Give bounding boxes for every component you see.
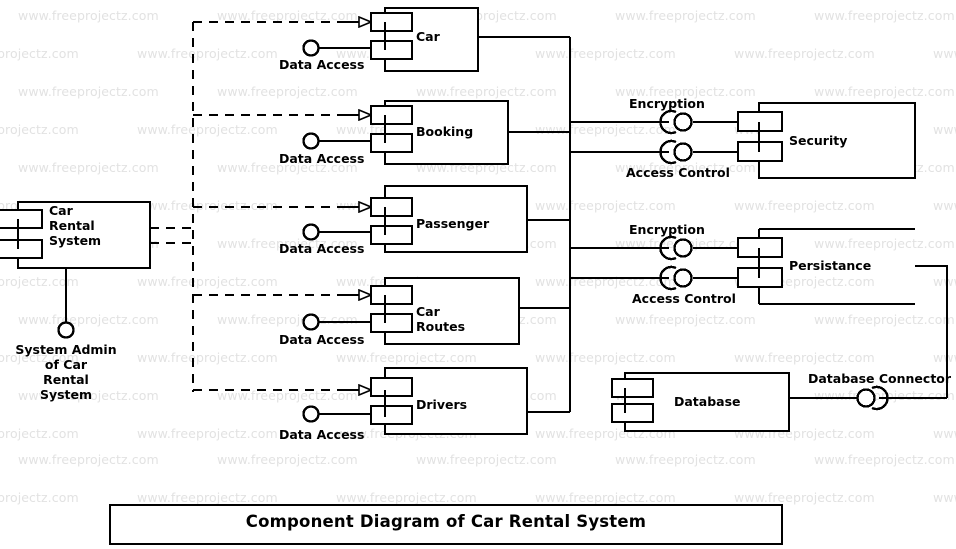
component-label-passenger: Passenger xyxy=(416,216,490,231)
interface-label-persistance-encryption: Encryption xyxy=(629,222,705,237)
system-component-label: Car Rental System xyxy=(49,203,102,248)
interface-label-persistance-access-control: Access Control xyxy=(632,291,736,306)
interface-label-security-encryption: Encryption xyxy=(629,96,705,111)
interface-label-car-routes: Data Access xyxy=(279,332,365,347)
component-diagram-canvas: www.freeprojectz.com www.freeprojectz.com… xyxy=(0,0,956,549)
component-label-database: Database xyxy=(674,394,741,409)
interface-label-booking: Data Access xyxy=(279,151,365,166)
component-label-drivers: Drivers xyxy=(416,397,468,412)
diagram-title: Component Diagram of Car Rental System xyxy=(245,512,647,531)
component-label-car-routes: Car Routes xyxy=(416,304,466,334)
component-label-booking: Booking xyxy=(416,124,474,139)
component-label-car: Car xyxy=(416,29,440,44)
component-label-persistance: Persistance xyxy=(789,258,872,273)
interface-label-drivers: Data Access xyxy=(279,427,365,442)
interface-label-database-connector: Database Connector xyxy=(808,371,952,386)
diagram-vector-layer xyxy=(0,6,949,546)
interface-label-car: Data Access xyxy=(279,57,365,72)
component-label-security: Security xyxy=(789,133,848,148)
interface-label-passenger: Data Access xyxy=(279,241,365,256)
actor-label: System Admin of Car Rental System xyxy=(15,342,117,402)
interface-label-security-access-control: Access Control xyxy=(626,165,730,180)
